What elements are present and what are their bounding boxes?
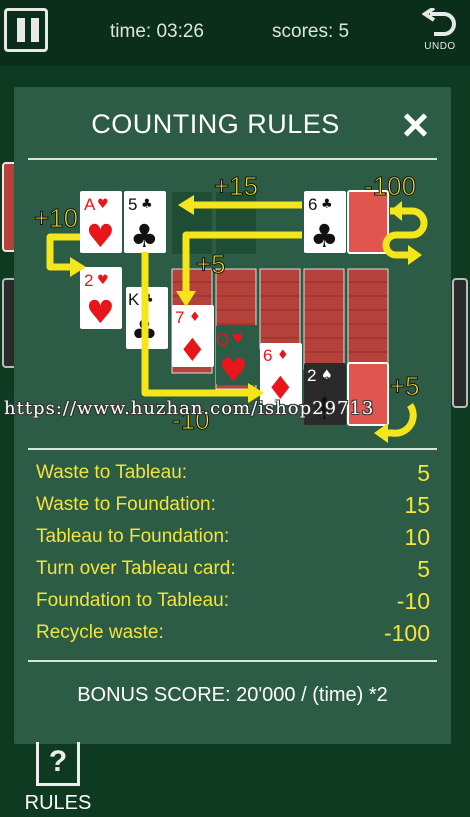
svg-text:2: 2 [307,366,316,385]
pause-button[interactable] [4,8,48,52]
rule-label: Tableau to Foundation: [36,526,230,547]
rules-list: Waste to Tableau: 5 Waste to Foundation:… [36,457,430,649]
svg-text:K: K [128,290,140,309]
rule-row: Recycle waste: -100 [36,617,430,649]
svg-text:6: 6 [308,195,317,214]
svg-text:♣: ♣ [130,217,159,255]
svg-text:♥: ♥ [97,273,109,288]
rule-label: Recycle waste: [36,622,164,643]
svg-text:♦: ♦ [178,331,207,369]
rules-icon: ? [36,742,80,786]
undo-button[interactable]: UNDO [418,8,462,58]
scores: scores: 5 [272,21,350,42]
card-six-clubs: 6 ♣ ♣ [304,191,346,255]
undo-label: UNDO [424,41,456,52]
rule-value: 5 [417,555,430,582]
plus5-bottom-label: +5 [390,371,420,401]
svg-text:♣: ♣ [321,197,333,212]
rule-label: Waste to Tableau: [36,462,188,483]
rule-value: 5 [417,459,430,486]
svg-text:♥: ♥ [97,197,109,212]
card-back [303,268,345,370]
rule-row: Waste to Tableau: 5 [36,457,430,489]
rule-row: Waste to Foundation: 15 [36,489,430,521]
svg-text:♥: ♥ [232,332,244,347]
foundation-slot [216,192,256,254]
svg-text:♦: ♦ [189,310,201,325]
rule-label: Turn over Tableau card: [36,558,236,579]
svg-text:7: 7 [175,308,184,327]
rule-row: Foundation to Tableau: -10 [36,585,430,617]
watermark: https://www.huzhan.com/ishop29713 [4,398,375,419]
pause-icon-bar [31,18,39,42]
rules-button[interactable]: ? RULES [18,742,98,815]
rule-value: 10 [404,523,430,550]
svg-text:♥: ♥ [86,293,115,331]
card-two-hearts: 2 ♥ ♥ [80,267,122,331]
rules-label: RULES [24,792,92,814]
plus5-top-label: +5 [196,249,226,279]
card-ace-hearts: A ♥ ♥ [80,191,122,255]
svg-text:A: A [84,195,96,214]
rule-label: Foundation to Tableau: [36,590,229,611]
rule-label: Waste to Foundation: [36,494,216,515]
svg-text:♠: ♠ [321,368,333,383]
svg-text:♦: ♦ [277,348,289,363]
plus15-label: +15 [214,171,258,201]
top-bar: time: 03:26 scores: 5 UNDO [0,0,470,66]
card-back [259,268,301,350]
card-queen-hearts: Q ♥ ♥ [216,325,258,389]
svg-text:♥: ♥ [86,217,115,255]
background-pile [452,278,468,408]
bonus-score: BONUS SCORE: 20'000 / (time) *2 [77,684,388,706]
svg-text:Q: Q [216,330,229,349]
rule-value: -10 [396,587,430,614]
plus10-label: +10 [34,203,78,233]
svg-text:♣: ♣ [310,217,339,255]
divider [28,660,437,662]
pause-icon-bar [17,18,25,42]
rule-value: 15 [404,491,430,518]
svg-text:2: 2 [84,271,93,290]
minus100-label: -100 [364,171,416,201]
rule-value: -100 [383,619,430,646]
svg-text:6: 6 [263,346,272,365]
card-five-clubs: 5 ♣ ♣ [124,191,166,255]
timer: time: 03:26 [110,21,204,42]
card-back [347,268,389,370]
svg-text:5: 5 [128,195,137,214]
rule-row: Turn over Tableau card: 5 [36,553,430,585]
card-seven-diamonds: 7 ♦ ♦ [172,305,214,369]
undo-icon [422,8,456,36]
divider [28,448,437,450]
svg-text:♣: ♣ [141,197,153,212]
svg-text:♥: ♥ [219,351,248,389]
rule-row: Tableau to Foundation: 10 [36,521,430,553]
